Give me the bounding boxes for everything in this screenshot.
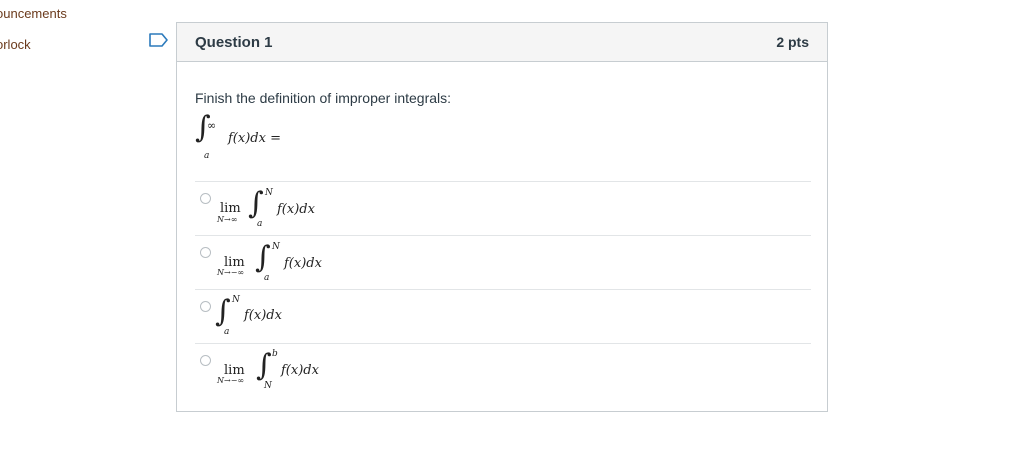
question-header: Question 1 2 pts (177, 23, 827, 62)
option-integrand: f(x)dx (281, 363, 319, 378)
lim-label: lim (220, 201, 241, 216)
integral-lower-limit: a (224, 327, 230, 337)
bookmark-flag-icon[interactable] (148, 32, 170, 48)
nav-link-proctor[interactable]: orlock (0, 37, 31, 52)
integral-upper-limit: N (272, 242, 280, 252)
integral-upper-limit: N (265, 188, 273, 198)
question-card: Question 1 2 pts Finish the definition o… (176, 22, 828, 412)
integral-lower-limit: N (264, 381, 272, 391)
integral-lower-limit: a (264, 273, 270, 283)
integral-upper-limit: N (232, 295, 240, 305)
answer-option-4[interactable]: lim N→−∞ ∫ b N f(x)dx (195, 343, 811, 397)
option-math: lim N→−∞ ∫ b N f(x)dx (195, 344, 595, 397)
integral-upper-limit: b (272, 349, 278, 359)
answer-option-2[interactable]: lim N→−∞ ∫ N a f(x)dx (195, 235, 811, 289)
option-integrand: f(x)dx (277, 202, 315, 217)
answer-option-1[interactable]: lim N→∞ ∫ N a f(x)dx (195, 181, 811, 235)
option-integrand: f(x)dx (284, 256, 322, 271)
stem-integral: ∫ ∞ a f(x)dx = (195, 110, 395, 166)
lim-subscript: N→−∞ (217, 376, 245, 385)
question-points: 2 pts (776, 34, 809, 50)
nav-link-announcements[interactable]: ouncements (0, 6, 67, 21)
integral-lower-limit: a (204, 151, 210, 161)
option-integrand: f(x)dx (244, 308, 282, 323)
integral-sign: ∫ (255, 240, 271, 275)
integral-sign: ∫ (256, 348, 272, 383)
integral-sign: ∫ (248, 186, 264, 221)
question-prompt: Finish the definition of improper integr… (195, 90, 452, 106)
option-math: ∫ N a f(x)dx (195, 290, 595, 343)
option-math: lim N→−∞ ∫ N a f(x)dx (195, 236, 595, 289)
integral-lower-limit: a (257, 219, 263, 229)
lim-subscript: N→−∞ (217, 268, 245, 277)
integral-upper-limit: ∞ (207, 119, 217, 132)
integral-sign: ∫ (215, 294, 231, 329)
lim-subscript: N→∞ (217, 215, 238, 224)
answer-option-3[interactable]: ∫ N a f(x)dx (195, 289, 811, 343)
question-title: Question 1 (195, 33, 273, 51)
option-math: lim N→∞ ∫ N a f(x)dx (195, 182, 595, 235)
stem-integrand: f(x)dx = (228, 131, 281, 146)
